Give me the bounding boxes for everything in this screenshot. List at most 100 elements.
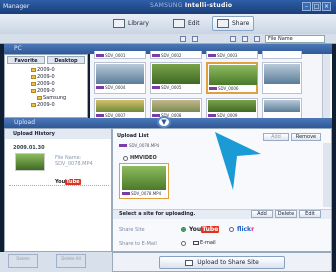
- slider-icon[interactable]: [192, 36, 198, 42]
- upload-item-name: SDV_0078.MP4: [129, 143, 160, 148]
- video-tag-icon: [208, 54, 216, 57]
- media-thumbnail[interactable]: SDV_0003: [206, 51, 258, 59]
- folder-icon: [31, 81, 36, 86]
- group-label: HMVIDEO: [123, 155, 157, 161]
- video-tag-icon: [96, 114, 104, 117]
- media-thumbnail[interactable]: SDV_0005: [150, 62, 202, 94]
- media-thumbnail[interactable]: [262, 98, 302, 118]
- media-thumbnail[interactable]: SDV_0004: [94, 62, 146, 94]
- edit-site-button[interactable]: Edit: [299, 210, 321, 218]
- thumb-image: [264, 64, 300, 84]
- media-thumbnail[interactable]: SDV_0008: [150, 98, 202, 118]
- folder-tree: Favorite Desktop 2009-0 2009-0 2009-0 20…: [4, 54, 88, 118]
- tree-item[interactable]: Samsung: [37, 95, 66, 101]
- list-view-icon[interactable]: [254, 36, 260, 42]
- delete-site-button[interactable]: Delete: [275, 210, 297, 218]
- group-name: HMVIDEO: [130, 155, 157, 161]
- panel-toggle-icon[interactable]: ▼: [157, 116, 171, 128]
- upload-list-scrollbar[interactable]: [323, 143, 331, 207]
- youtube-radio[interactable]: [181, 227, 186, 232]
- flickr-part-b: r: [251, 226, 255, 233]
- thumb-caption: SDV_0003: [208, 53, 256, 58]
- media-thumbnail-selected[interactable]: SDV_0006: [206, 62, 258, 94]
- media-thumbnail[interactable]: [262, 62, 302, 94]
- tree-item[interactable]: 2009-0: [31, 67, 55, 73]
- minimize-button[interactable]: –: [302, 2, 311, 11]
- folder-icon: [37, 95, 42, 100]
- history-thumbnail[interactable]: [15, 153, 45, 171]
- thumb-caption: SDV_0078.MP4: [122, 191, 166, 196]
- tab-desktop[interactable]: Desktop: [47, 56, 85, 64]
- caption-text: SDV_0003: [217, 53, 238, 58]
- library-label: Library: [128, 20, 149, 27]
- share-mail-label: Share to E-Mail: [119, 241, 157, 247]
- share-label: Share: [232, 20, 250, 27]
- video-tag-icon: [96, 86, 104, 89]
- upload-to-share-site-button[interactable]: Upload to Share Site: [159, 256, 285, 269]
- thumb-image: [152, 64, 200, 84]
- flickr-radio[interactable]: [229, 227, 234, 232]
- delete-history-button[interactable]: Delete: [8, 254, 38, 268]
- pointer-arrow-icon: [215, 132, 261, 190]
- media-thumbnail[interactable]: [262, 51, 302, 59]
- thumb-caption: SDV_0005: [152, 85, 200, 90]
- upload-icon: [185, 259, 194, 266]
- close-button[interactable]: ×: [322, 2, 331, 11]
- thumb-caption: SDV_0004: [96, 85, 144, 90]
- brand-light: SAMSUNG: [150, 2, 183, 9]
- edit-label: Edit: [188, 20, 200, 27]
- flickr-logo[interactable]: flickr: [237, 226, 254, 233]
- zoom-out-icon[interactable]: [180, 36, 186, 42]
- share-site-label: Share Site: [119, 227, 145, 233]
- media-thumbnail[interactable]: SDV_0001: [94, 51, 146, 59]
- group-radio[interactable]: [123, 155, 128, 161]
- sort-dropdown[interactable]: File Name: [265, 35, 325, 43]
- tree-item[interactable]: 2009-0: [31, 74, 55, 80]
- tree-item-label: Samsung: [43, 95, 67, 101]
- email-radio[interactable]: [181, 241, 186, 246]
- detail-view-icon[interactable]: [242, 36, 248, 42]
- video-tag-icon: [152, 54, 160, 57]
- video-tag-icon: [119, 144, 127, 147]
- video-tag-icon: [209, 87, 217, 90]
- maximize-button[interactable]: □: [312, 2, 321, 11]
- caption-text: SDV_0002: [161, 53, 182, 58]
- media-thumbnail[interactable]: SDV_0007: [94, 98, 146, 118]
- upload-item[interactable]: SDV_0078.MP4: [119, 143, 159, 148]
- flickr-part-a: flick: [237, 226, 252, 233]
- caption-text: SDV_0006: [218, 86, 239, 91]
- media-thumbnail[interactable]: SDV_0009: [206, 98, 258, 118]
- thumb-image: [208, 100, 256, 112]
- tree-item[interactable]: 2009-0: [31, 88, 55, 94]
- brand-logo: SAMSUNG Intelli-studio: [150, 2, 232, 9]
- upload-footer: Upload to Share Site: [112, 252, 332, 272]
- share-button[interactable]: Share: [212, 16, 255, 31]
- upload-list-title: Upload List: [117, 133, 149, 139]
- grid-view-icon[interactable]: [230, 36, 236, 42]
- thumb-caption: SDV_0001: [96, 53, 144, 58]
- tab-favorite[interactable]: Favorite: [7, 56, 45, 64]
- tree-item-label: 2009-0: [37, 81, 55, 87]
- history-footer: Delete Delete All: [0, 252, 112, 272]
- delete-all-history-button[interactable]: Delete All: [56, 254, 86, 268]
- library-button[interactable]: Library: [108, 16, 154, 31]
- add-site-button[interactable]: Add: [251, 210, 273, 218]
- tree-item[interactable]: 2009-0: [31, 102, 55, 108]
- tree-item-label: 2009-0: [37, 88, 55, 94]
- upload-thumbnail[interactable]: SDV_0078.MP4: [119, 163, 169, 199]
- caption-text: SDV_0001: [105, 53, 126, 58]
- media-thumbnail[interactable]: SDV_0002: [150, 51, 202, 59]
- caption-text: SDV_0004: [105, 85, 126, 90]
- mail-icon: [193, 241, 199, 245]
- remove-upload-button[interactable]: Remove: [291, 133, 321, 141]
- thumb-caption: SDV_0006: [209, 86, 255, 91]
- grid-scrollbar[interactable]: [322, 54, 330, 118]
- thumb-caption: SDV_0002: [152, 53, 200, 58]
- email-option[interactable]: E-mail: [193, 240, 216, 246]
- tree-item[interactable]: 2009-0: [31, 81, 55, 87]
- main-toolbar: Library Edit Share: [0, 14, 336, 34]
- thumb-image: [209, 65, 257, 85]
- youtube-logo[interactable]: YouTube: [189, 226, 220, 233]
- edit-button[interactable]: Edit: [168, 16, 205, 31]
- folder-icon: [31, 67, 36, 72]
